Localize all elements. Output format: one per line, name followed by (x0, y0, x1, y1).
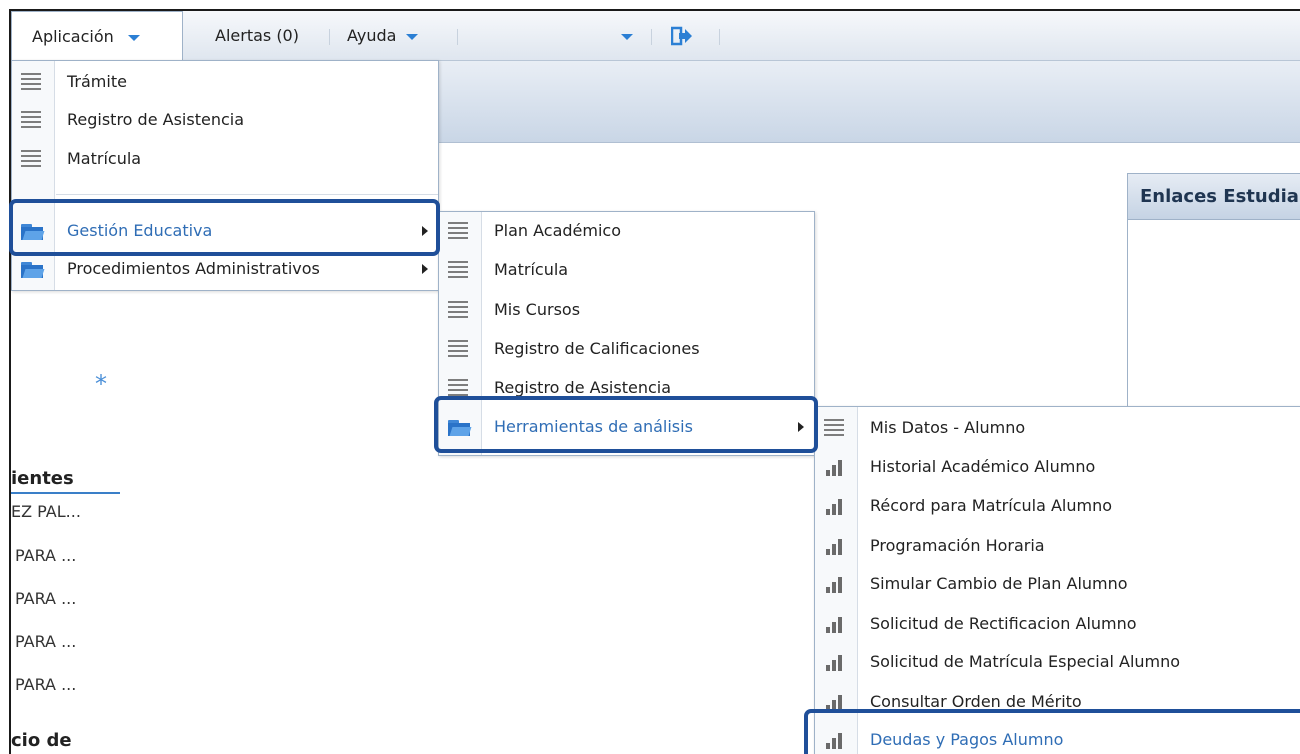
menu-item-simular-cambio-plan[interactable]: Simular Cambio de Plan Alumno (815, 565, 1300, 603)
application-menu-button[interactable]: Aplicación (11, 11, 183, 62)
bar-chart-icon (824, 693, 846, 711)
menu-item-label: Matrícula (67, 149, 142, 168)
section-heading: cio de (11, 730, 72, 751)
top-menu-bar: Aplicación Alertas (0) Ayuda (11, 11, 1300, 62)
application-menu-label: Aplicación (32, 27, 114, 46)
gestion-educativa-submenu: Plan Académico Matrícula Mis Cursos Regi… (438, 211, 815, 456)
menu-item-registro-asistencia[interactable]: Registro de Asistencia (12, 101, 438, 139)
list-icon (21, 73, 43, 91)
list-icon (21, 150, 43, 168)
menu-item-label: Matrícula (494, 260, 569, 279)
menu-item-deudas-pagos-alumno[interactable]: Deudas y Pagos Alumno (815, 721, 1300, 754)
chevron-right-icon (422, 226, 428, 236)
bar-chart-icon (824, 653, 846, 671)
menu-item-label: Mis Cursos (494, 300, 581, 319)
list-icon (824, 419, 846, 437)
menu-item-gestion-educativa[interactable]: Gestión Educativa (12, 212, 438, 250)
enlaces-panel: Enlaces Estudiante (1127, 173, 1300, 408)
folder-open-icon (448, 418, 472, 436)
bar-chart-icon (824, 731, 846, 749)
menu-item-label: Herramientas de análisis (494, 417, 693, 436)
list-item[interactable]: PARA ... (15, 632, 76, 651)
menu-item-label: Registro de Calificaciones (494, 339, 700, 358)
list-icon (448, 379, 470, 397)
help-menu-label: Ayuda (347, 26, 397, 45)
menu-item-label: Deudas y Pagos Alumno (870, 730, 1064, 749)
folder-open-icon (21, 260, 45, 278)
content-header-band (438, 61, 1300, 143)
menu-item-consultar-orden-merito[interactable]: Consultar Orden de Mérito (815, 683, 1300, 721)
menu-item-label: Trámite (67, 72, 127, 91)
alerts-menu-button[interactable]: Alertas (0) (215, 11, 299, 61)
list-item[interactable]: EZ PAL... (11, 502, 81, 521)
chevron-right-icon (422, 264, 428, 274)
menu-item-historial-academico[interactable]: Historial Académico Alumno (815, 448, 1300, 486)
list-item[interactable]: PARA ... (15, 675, 76, 694)
menu-item-label: Solicitud de Matrícula Especial Alumno (870, 652, 1181, 671)
bar-chart-icon (824, 537, 846, 555)
menu-item-record-matricula[interactable]: Récord para Matrícula Alumno (815, 487, 1300, 525)
menu-item-label: Historial Académico Alumno (870, 457, 1096, 476)
chevron-down-icon (406, 33, 419, 40)
menu-item-label: Procedimientos Administrativos (67, 259, 320, 278)
menu-divider (651, 29, 652, 45)
user-menu-button[interactable] (621, 11, 633, 61)
bar-chart-icon (824, 575, 846, 593)
menu-item-matricula[interactable]: Matrícula (12, 140, 438, 178)
application-dropdown-menu: Trámite Registro de Asistencia Matrícula… (11, 60, 439, 291)
menu-divider (329, 29, 330, 45)
menu-item-label: Récord para Matrícula Alumno (870, 496, 1113, 515)
menu-item-solicitud-matricula-especial[interactable]: Solicitud de Matrícula Especial Alumno (815, 643, 1300, 681)
chevron-down-icon (621, 33, 633, 40)
list-item[interactable]: PARA ... (15, 589, 76, 608)
menu-item-plan-academico[interactable]: Plan Académico (439, 212, 814, 250)
menu-item-label: Gestión Educativa (67, 221, 213, 240)
menu-item-registro-calificaciones[interactable]: Registro de Calificaciones (439, 330, 814, 368)
alerts-menu-label: Alertas (0) (215, 26, 299, 45)
menu-separator (56, 194, 438, 195)
menu-item-label: Solicitud de Rectificacion Alumno (870, 614, 1137, 633)
logout-icon (670, 26, 692, 46)
menu-item-label: Mis Datos - Alumno (870, 418, 1026, 437)
chevron-down-icon (127, 34, 140, 41)
list-icon (21, 111, 43, 129)
menu-item-tramite[interactable]: Trámite (12, 63, 438, 101)
menu-item-label: Programación Horaria (870, 536, 1045, 555)
menu-item-label: Simular Cambio de Plan Alumno (870, 574, 1128, 593)
menu-item-herramientas-analisis[interactable]: Herramientas de análisis (439, 408, 814, 446)
menu-item-registro-asistencia[interactable]: Registro de Asistencia (439, 369, 814, 407)
help-menu-button[interactable]: Ayuda (347, 11, 419, 61)
enlaces-panel-title: Enlaces Estudiante (1128, 174, 1300, 220)
bar-chart-icon (824, 497, 846, 515)
menu-item-matricula[interactable]: Matrícula (439, 251, 814, 289)
bar-chart-icon (824, 458, 846, 476)
star-icon: * (95, 370, 107, 398)
list-icon (448, 261, 470, 279)
menu-item-solicitud-rectificacion[interactable]: Solicitud de Rectificacion Alumno (815, 605, 1300, 643)
folder-open-icon (21, 222, 45, 240)
section-heading: ientes (11, 466, 120, 494)
menu-item-mis-cursos[interactable]: Mis Cursos (439, 291, 814, 329)
logout-button[interactable] (670, 26, 693, 46)
menu-item-label: Registro de Asistencia (494, 378, 672, 397)
list-icon (448, 222, 470, 240)
chevron-right-icon (798, 422, 804, 432)
menu-item-label: Plan Académico (494, 221, 622, 240)
list-item[interactable]: PARA ... (15, 546, 76, 565)
menu-divider (719, 29, 720, 45)
list-icon (448, 301, 470, 319)
menu-item-label: Registro de Asistencia (67, 110, 245, 129)
menu-divider (457, 29, 458, 45)
herramientas-analisis-submenu: Mis Datos - Alumno Historial Académico A… (814, 406, 1300, 754)
bar-chart-icon (824, 615, 846, 633)
list-icon (448, 340, 470, 358)
menu-item-label: Consultar Orden de Mérito (870, 692, 1082, 711)
menu-item-programacion-horaria[interactable]: Programación Horaria (815, 527, 1300, 565)
menu-item-mis-datos-alumno[interactable]: Mis Datos - Alumno (815, 409, 1300, 447)
menu-item-procedimientos-administrativos[interactable]: Procedimientos Administrativos (12, 250, 438, 288)
